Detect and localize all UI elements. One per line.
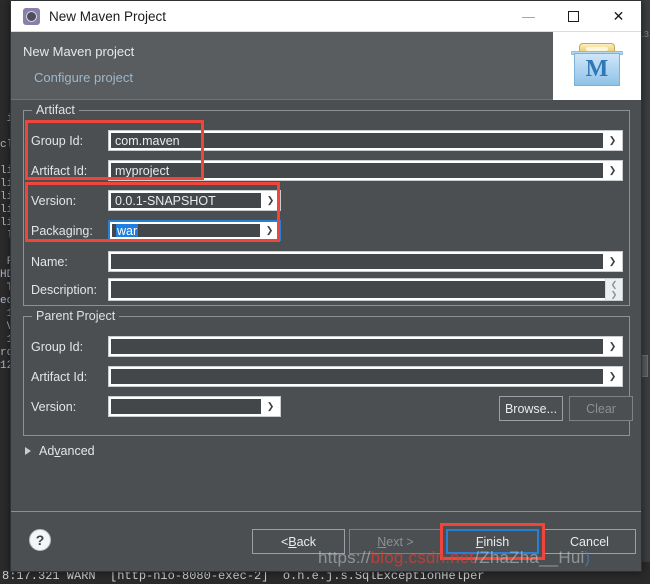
parent-project-group-legend: Parent Project: [32, 309, 120, 323]
chevron-down-icon[interactable]: ❯: [261, 397, 280, 416]
row-version: Version: 0.0.1-SNAPSHOT ❯: [31, 190, 281, 211]
row-artifact-id: Artifact Id: myproject ❯: [31, 160, 623, 181]
dialog-header: New Maven project Configure project M: [11, 32, 641, 100]
group-id-input[interactable]: com.maven: [111, 133, 603, 148]
row-description: Description: ❮ ❯: [31, 278, 623, 301]
packaging-input[interactable]: war: [112, 224, 260, 237]
parent-artifact-id-input[interactable]: [111, 369, 603, 384]
version-combo[interactable]: 0.0.1-SNAPSHOT ❯: [108, 190, 281, 211]
version-input[interactable]: 0.0.1-SNAPSHOT: [111, 193, 261, 208]
artifact-group-legend: Artifact: [32, 103, 79, 117]
maven-logo-box: M: [574, 53, 620, 86]
header-logo-area: M: [553, 32, 641, 100]
chevron-up-icon[interactable]: ❮: [611, 280, 618, 289]
chevron-down-icon[interactable]: ❯: [603, 131, 622, 150]
row-packaging: Packaging: war ❯: [31, 220, 281, 241]
clear-button[interactable]: Clear: [569, 396, 633, 421]
close-button[interactable]: ✕: [596, 1, 641, 32]
chevron-down-icon[interactable]: ❯: [603, 367, 622, 386]
row-parent-version: Version: ❯: [31, 396, 281, 417]
minimize-button[interactable]: —: [506, 1, 551, 32]
expand-triangle-icon: [25, 447, 31, 455]
dialog-body: Artifact Group Id: com.maven ❯ Artifact …: [11, 100, 641, 511]
chevron-down-icon[interactable]: ❯: [261, 191, 280, 210]
parent-group-id-label: Group Id:: [31, 339, 84, 354]
parent-version-label: Version:: [31, 399, 77, 414]
header-title: New Maven project: [23, 44, 135, 59]
artifact-id-input[interactable]: myproject: [111, 163, 603, 178]
artifact-id-combo[interactable]: myproject ❯: [108, 160, 623, 181]
packaging-label: Packaging:: [31, 223, 93, 238]
browse-button[interactable]: Browse...: [499, 396, 563, 421]
chevron-down-icon[interactable]: ❯: [603, 252, 622, 271]
chevron-down-icon[interactable]: ❯: [603, 161, 622, 180]
chevron-down-icon[interactable]: ❯: [611, 290, 618, 299]
artifact-id-label: Artifact Id:: [31, 163, 88, 178]
name-combo[interactable]: ❯: [108, 251, 623, 272]
row-name: Name: ❯: [31, 251, 623, 272]
advanced-toggle[interactable]: Advanced: [25, 444, 95, 458]
maven-logo-letter: M: [585, 56, 609, 82]
description-textarea[interactable]: ❮ ❯: [108, 278, 623, 301]
group-id-combo[interactable]: com.maven ❯: [108, 130, 623, 151]
dialog-title: New Maven Project: [49, 8, 167, 24]
parent-group-id-input[interactable]: [111, 339, 603, 354]
description-input[interactable]: [111, 281, 605, 298]
name-input[interactable]: [111, 254, 603, 269]
description-scrollbar[interactable]: ❮ ❯: [605, 279, 622, 300]
parent-artifact-id-label: Artifact Id:: [31, 369, 88, 384]
header-subtitle: Configure project: [34, 70, 133, 85]
version-label: Version:: [31, 193, 77, 208]
row-group-id: Group Id: com.maven ❯: [31, 130, 623, 151]
parent-artifact-id-combo[interactable]: ❯: [108, 366, 623, 387]
maximize-icon: [568, 10, 579, 22]
row-parent-group-id: Group Id: ❯: [31, 336, 623, 357]
description-label: Description:: [31, 282, 97, 297]
parent-version-input[interactable]: [111, 399, 261, 414]
name-label: Name:: [31, 254, 68, 269]
chevron-down-icon[interactable]: ❯: [260, 222, 279, 239]
parent-group-id-combo[interactable]: ❯: [108, 336, 623, 357]
row-parent-artifact-id: Artifact Id: ❯: [31, 366, 623, 387]
dialog-titlebar[interactable]: New Maven Project — ✕: [11, 1, 641, 32]
packaging-combo[interactable]: war ❯: [108, 220, 281, 241]
advanced-label: Advanced: [39, 444, 95, 458]
watermark: https://blog.csdn.net/ZhaZha__Hui): [318, 548, 591, 567]
maximize-button[interactable]: [551, 1, 596, 32]
new-maven-project-dialog: New Maven Project — ✕ New Maven project …: [10, 0, 642, 572]
maven-gear-icon: [23, 7, 40, 25]
help-icon[interactable]: ?: [29, 529, 51, 551]
maven-box-logo: M: [571, 41, 623, 91]
parent-version-combo[interactable]: ❯: [108, 396, 281, 417]
group-id-label: Group Id:: [31, 133, 84, 148]
chevron-down-icon[interactable]: ❯: [603, 337, 622, 356]
packaging-selected-text: war: [116, 224, 139, 237]
